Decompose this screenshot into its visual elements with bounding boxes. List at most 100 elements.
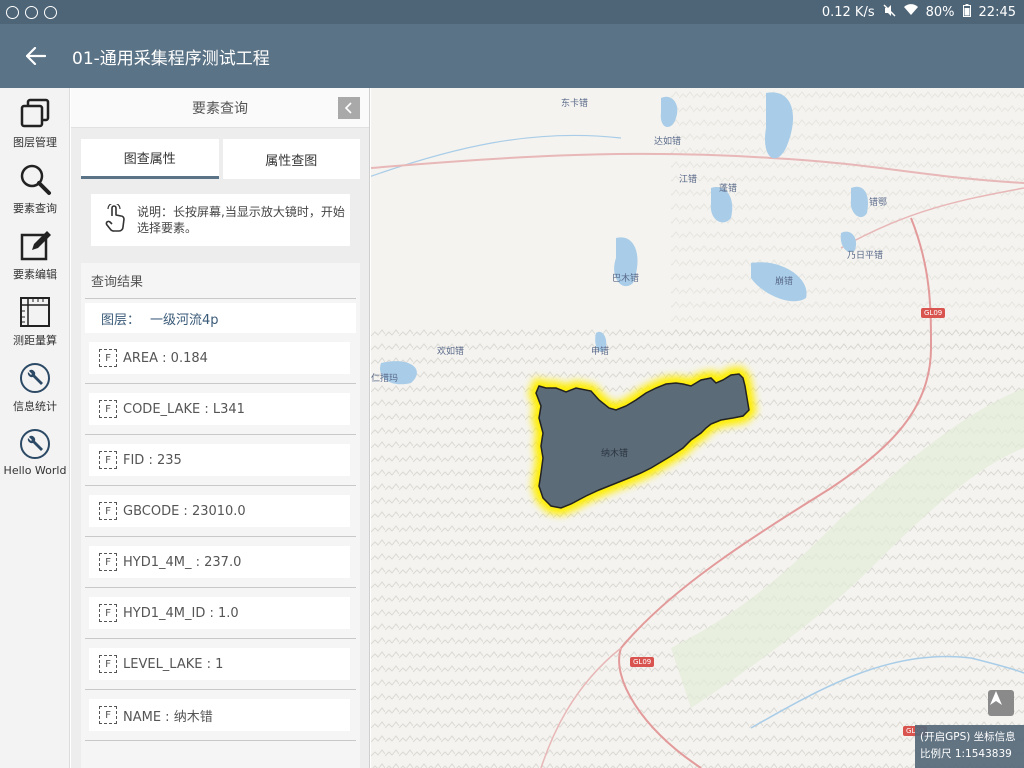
- map-label: 乃日平错: [847, 251, 884, 261]
- map-view[interactable]: 东卡错 达如错 江错 蓬错 错鄂 乃日平错 巴木错 崩错 申错 欢如错 仁措玛 …: [371, 88, 1024, 768]
- attribute-row: F GBCODE : 23010.0: [85, 486, 356, 537]
- gps-info: (开启GPS) 坐标信息: [920, 731, 1016, 743]
- attribute-item[interactable]: F HYD1_4M_ID : 1.0: [89, 597, 350, 629]
- status-icons: [6, 5, 57, 19]
- layer-value: 一级河流4p: [150, 312, 219, 328]
- attribute-item[interactable]: F CODE_LAKE : L341: [89, 393, 350, 425]
- app-bar: 01-通用采集程序测试工程: [0, 24, 1024, 88]
- panel-header: 要素查询: [71, 88, 369, 128]
- field-icon: F: [99, 349, 117, 367]
- field-icon: F: [99, 655, 117, 673]
- attribute-text: HYD1_4M_ID : 1.0: [123, 605, 239, 621]
- attribute-row: F NAME : 纳木错: [85, 690, 356, 741]
- layer-label: 图层：: [101, 312, 141, 328]
- tool-label: 要素编辑: [13, 268, 57, 281]
- tool-label: 要素查询: [13, 202, 57, 215]
- clock: 22:45: [978, 4, 1016, 20]
- tab-attribute-to-map[interactable]: 属性查图: [222, 139, 360, 179]
- field-icon: F: [99, 604, 117, 622]
- attribute-row: F LEVEL_LAKE : 1: [85, 639, 356, 690]
- map-label: 巴木错: [612, 274, 640, 284]
- sync-icon: [44, 5, 57, 19]
- attribute-item[interactable]: F NAME : 纳木错: [89, 699, 350, 731]
- map-label: 蓬错: [719, 184, 738, 194]
- query-tabs: 图查属性 属性查图: [81, 139, 360, 179]
- attribute-item[interactable]: F HYD1_4M_ : 237.0: [89, 546, 350, 578]
- compass-button[interactable]: [988, 690, 1014, 716]
- attribute-item[interactable]: F AREA : 0.184: [89, 342, 350, 374]
- edit-icon: [17, 228, 53, 264]
- road-shield: GL09: [921, 308, 946, 318]
- chevron-left-icon: [344, 102, 352, 114]
- query-panel: 要素查询 图查属性 属性查图 说明：长按屏幕,当显示放大镜时，开始选择要素。 查…: [71, 88, 370, 768]
- field-icon: F: [99, 706, 117, 724]
- map-label: 江错: [679, 175, 698, 185]
- attribute-text: CODE_LAKE : L341: [123, 401, 245, 417]
- back-button[interactable]: [0, 24, 72, 88]
- map-scale: 比例尺 1:1543839: [920, 748, 1012, 760]
- results-title: 查询结果: [85, 263, 356, 299]
- tool-label: Hello World: [3, 464, 67, 477]
- tool-layer-manager[interactable]: 图层管理: [0, 88, 70, 154]
- arrow-left-icon: [26, 47, 46, 65]
- network-speed: 0.12 K/s: [821, 4, 875, 20]
- account-icon: [25, 5, 38, 19]
- usage-hint: 说明：长按屏幕,当显示放大镜时，开始选择要素。: [91, 194, 350, 246]
- collapse-panel-button[interactable]: [338, 97, 360, 119]
- battery-icon: [962, 3, 971, 21]
- tool-label: 图层管理: [13, 136, 57, 149]
- map-label: 东卡错: [561, 99, 589, 109]
- attribute-text: LEVEL_LAKE : 1: [123, 656, 224, 672]
- map-label: 错鄂: [869, 198, 888, 208]
- tool-measure[interactable]: 测距量算: [0, 286, 70, 352]
- map-info-box[interactable]: (开启GPS) 坐标信息 比例尺 1:1543839: [915, 725, 1024, 768]
- notification-icon: [6, 5, 19, 19]
- attribute-text: HYD1_4M_ : 237.0: [123, 554, 242, 570]
- lake-label: 纳木错: [601, 449, 629, 459]
- layers-icon: [17, 96, 53, 132]
- road-shield: GL09: [630, 657, 655, 667]
- project-title: 01-通用采集程序测试工程: [72, 48, 270, 69]
- tool-feature-query[interactable]: 要素查询: [0, 154, 70, 220]
- attribute-text: AREA : 0.184: [123, 350, 208, 366]
- wrench-icon: [17, 426, 53, 462]
- attribute-item[interactable]: F LEVEL_LAKE : 1: [89, 648, 350, 680]
- magnifier-icon: [17, 162, 53, 198]
- query-results: 查询结果 图层： 一级河流4p F AREA : 0.184 F CODE_LA…: [81, 263, 360, 768]
- tool-label: 测距量算: [13, 334, 57, 347]
- map-label: 申错: [591, 347, 610, 357]
- attribute-item[interactable]: F GBCODE : 23010.0: [89, 495, 350, 527]
- left-toolbar: 图层管理 要素查询 要素编辑 测距量算 信息统计 Hello World: [0, 88, 70, 768]
- result-layer: 图层： 一级河流4p: [85, 303, 356, 333]
- attribute-row: F HYD1_4M_ : 237.0: [85, 537, 356, 588]
- map-label: 仁措玛: [371, 374, 399, 384]
- panel-title: 要素查询: [192, 100, 248, 117]
- map-label: 达如错: [654, 137, 682, 147]
- tab-map-to-attribute[interactable]: 图查属性: [81, 139, 219, 179]
- tool-hello-world[interactable]: Hello World: [0, 418, 70, 484]
- attribute-row: F AREA : 0.184: [85, 333, 356, 384]
- ruler-icon: [17, 294, 53, 330]
- field-icon: F: [99, 400, 117, 418]
- wifi-icon: [903, 4, 918, 20]
- battery-level: 80%: [925, 4, 955, 20]
- field-icon: F: [99, 502, 117, 520]
- tool-statistics[interactable]: 信息统计: [0, 352, 70, 418]
- attribute-row: F HYD1_4M_ID : 1.0: [85, 588, 356, 639]
- mute-icon: [883, 4, 896, 21]
- attribute-text: GBCODE : 23010.0: [123, 503, 246, 519]
- field-icon: F: [99, 553, 117, 571]
- status-bar: 0.12 K/s 80% 22:45: [0, 0, 1024, 24]
- hint-text: 说明：长按屏幕,当显示放大镜时，开始选择要素。: [137, 205, 345, 235]
- tool-label: 信息统计: [13, 400, 57, 413]
- touch-hand-icon: [105, 202, 127, 236]
- field-icon: F: [99, 451, 117, 469]
- map-label: 欢如错: [437, 347, 465, 357]
- compass-arrow-icon: [990, 691, 1002, 705]
- tool-feature-edit[interactable]: 要素编辑: [0, 220, 70, 286]
- attribute-row: F FID : 235: [85, 435, 356, 486]
- attribute-row: F CODE_LAKE : L341: [85, 384, 356, 435]
- map-label: 崩错: [775, 277, 794, 287]
- attribute-item[interactable]: F FID : 235: [89, 444, 350, 476]
- map-canvas: [371, 88, 1024, 768]
